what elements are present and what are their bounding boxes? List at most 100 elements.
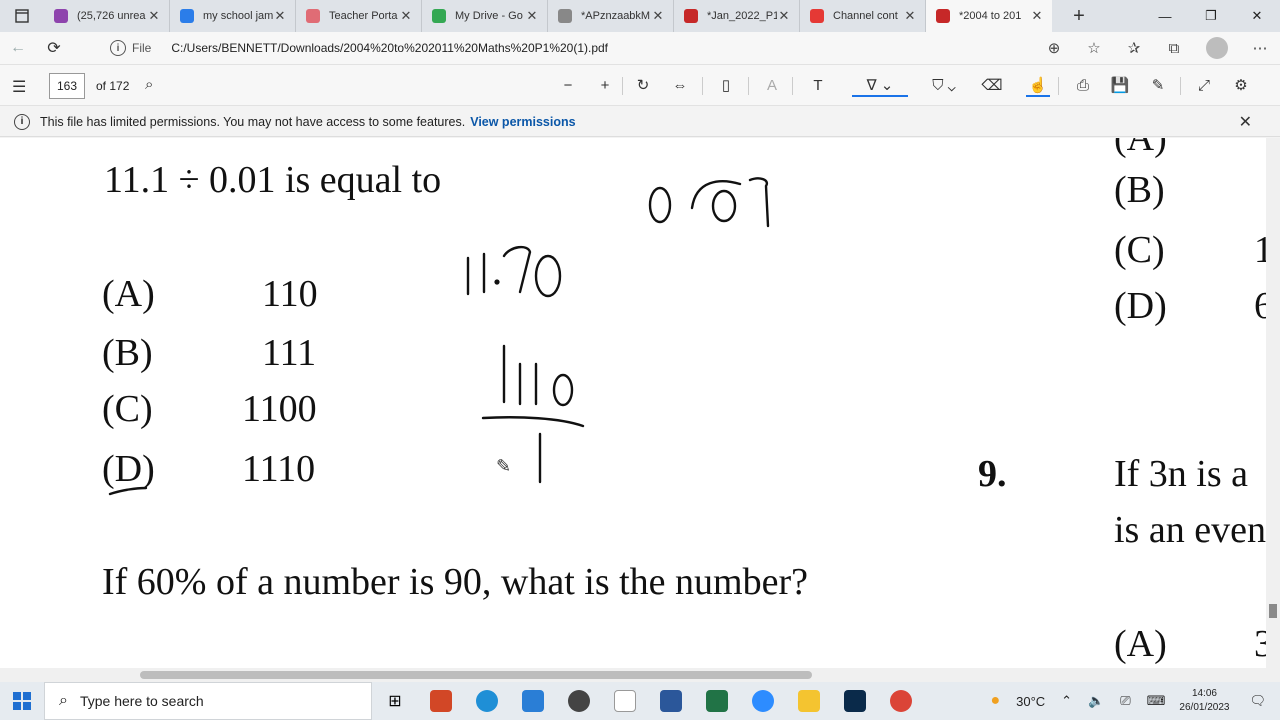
tab-title: *APznzaabkM [581, 10, 651, 22]
draw-icon[interactable]: ∇ ⌄ [852, 75, 908, 97]
hidden-icons-chevron-icon[interactable]: ⌃ [1061, 693, 1072, 709]
address-bar[interactable]: i File C:/Users/BENNETT/Downloads/2004%2… [100, 36, 1100, 60]
pdf-toolbar: ☰ 163 of 172 ⌕ − + ↻ ⇔ ▯ A T ∇ ⌄ ⛉ ⌄ ⌫ ☝… [0, 64, 1280, 106]
horizontal-scrollbar[interactable] [0, 668, 1280, 682]
view-permissions-link[interactable]: View permissions [470, 115, 575, 129]
tab-title: *Jan_2022_P1 [707, 10, 777, 22]
fullscreen-icon[interactable]: ⤢ [1192, 75, 1216, 97]
amazon-icon[interactable] [602, 682, 648, 720]
save-as-icon[interactable]: ✎ [1146, 75, 1170, 97]
tab-close-icon[interactable]: ✕ [1030, 8, 1044, 24]
browser-tab[interactable]: Teacher Porta ✕ [296, 0, 422, 32]
tab-close-icon[interactable]: ✕ [777, 8, 791, 24]
browser-tab[interactable]: *APznzaabkM ✕ [548, 0, 674, 32]
volume-icon[interactable]: 🔈 [1088, 693, 1104, 709]
lightroom-icon[interactable] [832, 682, 878, 720]
permissions-banner: i This file has limited permissions. You… [0, 107, 1280, 137]
edge-icon[interactable] [464, 682, 510, 720]
system-tray: ● 30°C ⌃ 🔈 ⎚ ⌨ 14:06 26/01/2023 🗨 [982, 682, 1280, 720]
tab-close-icon[interactable]: ✕ [525, 8, 539, 24]
favorite-add-icon[interactable]: ☆ [1074, 39, 1114, 57]
profile-avatar[interactable] [1206, 37, 1228, 59]
refresh-button[interactable]: ⟳ [36, 32, 72, 64]
keyboard-icon[interactable]: ⌨ [1147, 693, 1166, 709]
back-button[interactable]: ← [0, 32, 36, 64]
mail-icon[interactable] [510, 682, 556, 720]
camera-icon[interactable] [556, 682, 602, 720]
tab-title: *2004 to 201 [959, 10, 1022, 22]
browser-tab[interactable]: my school jam ✕ [170, 0, 296, 32]
zoom-in-icon[interactable]: + [593, 75, 617, 97]
site-info-icon[interactable]: i [110, 40, 126, 56]
tab-close-icon[interactable]: ✕ [651, 8, 665, 24]
maximize-button[interactable]: ❐ [1188, 0, 1234, 32]
tab-close-icon[interactable]: ✕ [273, 8, 287, 24]
rotate-icon[interactable]: ↻ [631, 75, 655, 97]
tab-favicon-icon [306, 9, 320, 23]
excel-icon[interactable] [694, 682, 740, 720]
search-placeholder: Type here to search [79, 693, 204, 709]
tab-title: Channel cont [833, 10, 898, 22]
tab-favicon-icon [810, 9, 824, 23]
tab-close-icon[interactable]: ✕ [147, 8, 161, 24]
weather-icon[interactable]: ● [990, 692, 1000, 710]
word-icon[interactable] [648, 682, 694, 720]
zoom-out-icon[interactable]: − [556, 75, 580, 97]
favorites-icon[interactable]: ✰ [1114, 39, 1154, 57]
tab-close-icon[interactable]: ✕ [399, 8, 413, 24]
collections-icon[interactable]: ⧉ [1154, 40, 1194, 57]
clock-date: 26/01/2023 [1179, 702, 1230, 713]
page-view-icon[interactable]: ▯ [714, 75, 738, 97]
new-tab-button[interactable]: + [1064, 5, 1094, 28]
horizontal-scroll-thumb[interactable] [140, 671, 812, 679]
close-banner-icon[interactable]: ✕ [1239, 112, 1252, 132]
tab-actions-icon [15, 9, 29, 23]
pdf-settings-icon[interactable]: ⚙ [1229, 75, 1253, 97]
browser-tab[interactable]: *2004 to 201 ✕ [926, 0, 1052, 32]
tab-title: my school jam [203, 10, 273, 22]
pdf-page[interactable]: 11.1 ÷ 0.01 is equal to (A) 110 (B) 111 … [0, 138, 1266, 668]
start-button[interactable] [0, 682, 44, 720]
touch-icon[interactable]: ☝ [1026, 75, 1050, 97]
task-view-icon[interactable]: ⊞ [372, 682, 418, 720]
close-window-button[interactable]: ✕ [1234, 0, 1280, 32]
tab-actions-button[interactable] [0, 0, 44, 32]
window-controls: — ❐ ✕ [1142, 0, 1280, 32]
temperature[interactable]: 30°C [1016, 694, 1045, 709]
save-icon[interactable]: 💾 [1108, 75, 1132, 97]
powerpoint-icon[interactable] [418, 682, 464, 720]
zoom-icon[interactable]: ⊕ [1034, 39, 1074, 57]
tab-title: Teacher Porta [329, 10, 398, 22]
browser-actions: ⊕ ☆ ✰ ⧉ ⋯ [1034, 32, 1280, 64]
chrome-icon[interactable] [878, 682, 924, 720]
read-aloud-icon[interactable]: A [760, 75, 784, 97]
taskbar-search[interactable]: ⌕ Type here to search [44, 682, 372, 720]
add-text-icon[interactable]: T [806, 75, 830, 97]
network-icon[interactable]: ⎚ [1120, 693, 1130, 709]
vertical-scrollbar[interactable] [1266, 138, 1280, 668]
minimize-button[interactable]: — [1142, 0, 1188, 32]
tab-close-icon[interactable]: ✕ [903, 8, 917, 24]
tab-strip: (25,726 unrea ✕ my school jam ✕ Teacher Port… [0, 0, 1280, 32]
page-number-input[interactable]: 163 [49, 73, 85, 99]
url-text[interactable]: C:/Users/BENNETT/Downloads/2004%20to%202… [171, 41, 608, 55]
table-of-contents-icon[interactable]: ☰ [12, 77, 30, 97]
clock[interactable]: 14:06 26/01/2023 [1179, 687, 1229, 715]
info-icon: i [14, 113, 30, 130]
browser-tab[interactable]: My Drive - Go ✕ [422, 0, 548, 32]
file-explorer-icon[interactable] [786, 682, 832, 720]
clock-time: 14:06 [1191, 688, 1217, 699]
highlight-icon[interactable]: ⛉ ⌄ [916, 75, 972, 97]
browser-tab[interactable]: (25,726 unrea ✕ [44, 0, 170, 32]
print-icon[interactable]: ⎙ [1071, 75, 1095, 97]
browser-tab[interactable]: Channel cont ✕ [800, 0, 926, 32]
settings-more-icon[interactable]: ⋯ [1240, 39, 1280, 57]
browser-tab[interactable]: *Jan_2022_P1 ✕ [674, 0, 800, 32]
windows-logo-icon [13, 692, 31, 710]
notifications-icon[interactable]: 🗨 [1249, 693, 1266, 709]
eraser-icon[interactable]: ⌫ [980, 75, 1004, 97]
zoom-app-icon[interactable] [740, 682, 786, 720]
fit-width-icon[interactable]: ⇔ [668, 75, 692, 97]
find-icon[interactable]: ⌕ [145, 76, 153, 93]
vertical-scroll-thumb[interactable] [1269, 604, 1277, 618]
